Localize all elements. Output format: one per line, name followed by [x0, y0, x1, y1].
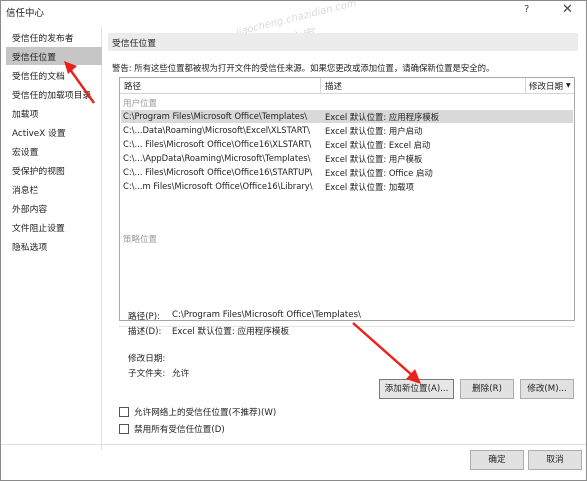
group-label-policy: 策略位置: [123, 235, 158, 245]
warning-text: 警告: 所有这些位置都被视为打开文件的受信任来源。如果您更改或添加位置，请确保新…: [112, 63, 495, 73]
table-row[interactable]: C:\... Files\Microsoft Office\Office16\X…: [121, 138, 573, 151]
table-row[interactable]: C:\...m Files\Microsoft Office\Office16\…: [121, 180, 573, 193]
table-row[interactable]: C:\Program Files\Microsoft Office\Templa…: [121, 110, 573, 123]
main-panel: 受信任位置 警告: 所有这些位置都被视为打开文件的受信任来源。如果您更改或添加位…: [108, 26, 580, 446]
sidebar-item-trusted-addin-catalogs[interactable]: 受信任的加载项目录: [6, 85, 102, 103]
sidebar-item-file-block[interactable]: 文件阻止设置: [6, 218, 102, 236]
row-description: Excel 默认位置: 用户启动: [325, 126, 423, 136]
table-row[interactable]: C:\... Files\Microsoft Office\Office16\S…: [121, 166, 573, 179]
table-row[interactable]: C:\...Data\Roaming\Microsoft\Excel\XLSTA…: [121, 124, 573, 137]
description-value: Excel 默认位置: 应用程序模板: [172, 327, 290, 337]
sidebar-item-trusted-publishers[interactable]: 受信任的发布者: [6, 28, 102, 46]
help-icon[interactable]: ?: [524, 4, 529, 15]
sidebar-item-activex[interactable]: ActiveX 设置: [6, 123, 102, 141]
row-path: C:\... Files\Microsoft Office\Office16\S…: [123, 167, 313, 177]
allow-network-checkbox[interactable]: [119, 407, 129, 417]
modify-button[interactable]: 修改(M)...: [520, 379, 574, 399]
disable-all-label[interactable]: 禁用所有受信任位置(D): [134, 423, 225, 435]
row-description: Excel 默认位置: Office 启动: [325, 168, 433, 178]
column-divider[interactable]: [320, 78, 321, 94]
disable-all-checkbox-row[interactable]: 禁用所有受信任位置(D): [119, 423, 299, 437]
allow-network-label[interactable]: 允许网络上的受信任位置(不推荐)(W): [134, 406, 276, 418]
path-label: 路径(P):: [128, 312, 160, 322]
column-header-modified[interactable]: 修改日期: [529, 80, 563, 92]
sidebar: 受信任的发布者 受信任位置 受信任的文档 受信任的加载项目录 加载项 Activ…: [6, 26, 102, 450]
sidebar-item-macro[interactable]: 宏设置: [6, 142, 102, 160]
window-title: 信任中心: [6, 8, 45, 19]
sidebar-item-trusted-locations[interactable]: 受信任位置: [6, 47, 102, 65]
column-header-path[interactable]: 路径: [124, 80, 141, 92]
row-path: C:\...m Files\Microsoft Office\Office16\…: [123, 181, 313, 191]
cancel-button[interactable]: 取消: [528, 450, 582, 470]
section-title: 受信任位置: [108, 33, 578, 51]
close-icon[interactable]: ✕: [562, 2, 573, 17]
row-path: C:\Program Files\Microsoft Office\Templa…: [123, 111, 308, 121]
disable-all-checkbox[interactable]: [119, 424, 129, 434]
row-description: Excel 默认位置: 加载项: [325, 182, 414, 192]
row-description: Excel 默认位置: Excel 启动: [325, 140, 431, 150]
modified-label: 修改日期:: [128, 354, 166, 364]
description-label: 描述(D):: [128, 327, 162, 337]
list-header: 路径 描述 修改日期 ▼: [120, 78, 574, 94]
remove-button[interactable]: 删除(R): [460, 379, 514, 399]
group-label-user: 用户位置: [123, 99, 158, 109]
allow-network-checkbox-row[interactable]: 允许网络上的受信任位置(不推荐)(W): [119, 406, 349, 420]
sidebar-item-external-content[interactable]: 外部内容: [6, 199, 102, 217]
sort-arrow-icon: ▼: [566, 82, 571, 89]
table-row[interactable]: C:\...\AppData\Roaming\Microsoft\Templat…: [121, 152, 573, 165]
row-description: Excel 默认位置: 用户模板: [325, 154, 423, 164]
column-header-description[interactable]: 描述: [325, 80, 342, 92]
trusted-locations-list[interactable]: 路径 描述 修改日期 ▼ 用户位置 C:\Program Files\Micro…: [119, 77, 575, 321]
row-description: Excel 默认位置: 应用程序模板: [325, 112, 440, 122]
footer-divider: [1, 444, 586, 445]
sidebar-item-protected-view[interactable]: 受保护的视图: [6, 161, 102, 179]
row-path: C:\...Data\Roaming\Microsoft\Excel\XLSTA…: [123, 125, 310, 135]
sidebar-item-addins[interactable]: 加载项: [6, 104, 102, 122]
ok-button[interactable]: 确定: [470, 450, 524, 470]
row-path: C:\... Files\Microsoft Office\Office16\X…: [123, 139, 312, 149]
subfolders-label: 子文件夹:: [128, 369, 166, 379]
subfolders-value: 允许: [172, 369, 190, 379]
sidebar-item-privacy[interactable]: 隐私选项: [6, 237, 102, 255]
column-divider[interactable]: [525, 78, 526, 94]
sidebar-item-trusted-documents[interactable]: 受信任的文档: [6, 66, 102, 84]
sidebar-item-message-bar[interactable]: 消息栏: [6, 180, 102, 198]
path-value: C:\Program Files\Microsoft Office\Templa…: [172, 310, 361, 320]
row-path: C:\...\AppData\Roaming\Microsoft\Templat…: [123, 153, 311, 163]
add-location-button[interactable]: 添加新位置(A)...: [379, 379, 454, 399]
trust-center-dialog: 信任中心 ? ✕ jiaocheng.chazidian.com 教程之家 受信…: [0, 0, 587, 481]
